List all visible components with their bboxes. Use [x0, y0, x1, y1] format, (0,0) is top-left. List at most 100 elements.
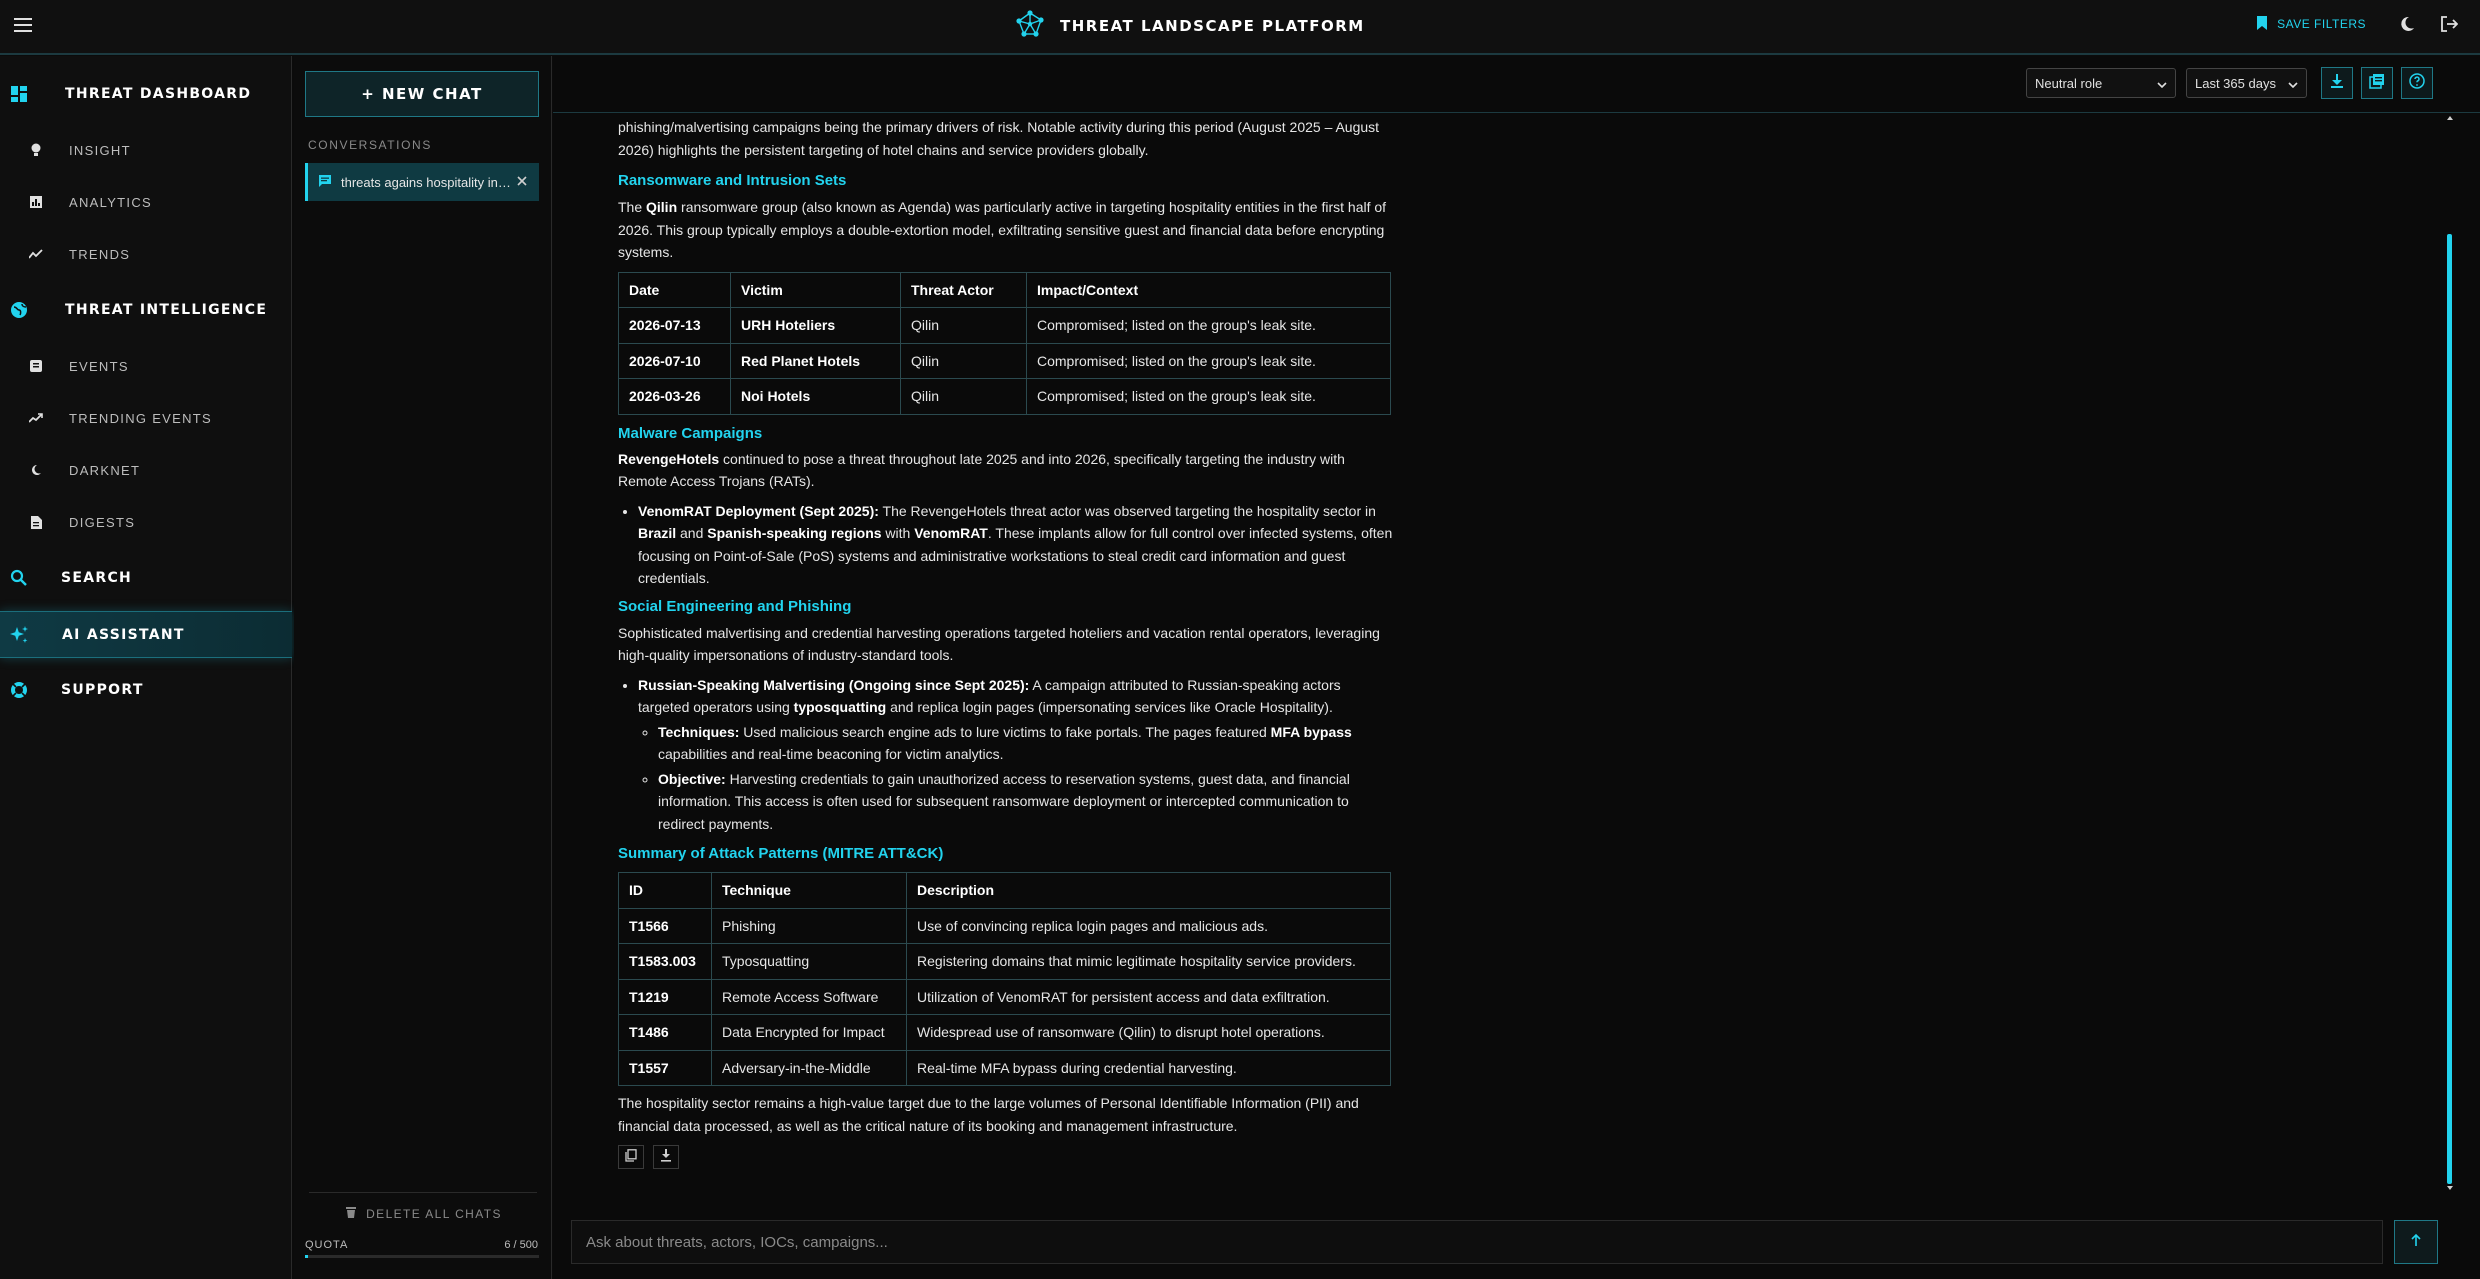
role-select[interactable]: Neutral role — [2026, 68, 2176, 98]
bar-chart-icon — [28, 194, 44, 210]
download-button[interactable] — [2321, 67, 2353, 99]
table-row: 2026-03-26 Noi Hotels Qilin Compromised;… — [618, 378, 1391, 415]
list-item: Objective: Harvesting credentials to gai… — [658, 768, 1393, 836]
cell-date: 2026-03-26 — [618, 378, 731, 415]
victims-table: Date Victim Threat Actor Impact/Context … — [618, 271, 1391, 415]
ransomware-paragraph: The Qilin ransomware group (also known a… — [618, 196, 1393, 264]
nav-trends[interactable]: TRENDS — [0, 236, 292, 272]
col-header: Date — [618, 271, 731, 308]
intro-paragraph: phishing/malvertising campaigns being th… — [618, 119, 1380, 158]
table-row: T1583.003 Typosquatting Registering domain… — [618, 943, 1391, 980]
list-item: Russian-Speaking Malvertising (Ongoing s… — [638, 674, 1393, 836]
export-icon — [2369, 73, 2385, 94]
cell-technique: Adversary-in-the-Middle — [711, 1049, 907, 1086]
moon-icon[interactable] — [2396, 13, 2418, 35]
nav-analytics[interactable]: ANALYTICS — [0, 184, 292, 220]
bold: Russian-Speaking Malvertising (Ongoing s… — [638, 676, 1030, 693]
chat-panel: + NEW CHAT CONVERSATIONS threats agains … — [294, 56, 552, 1279]
delete-all-chats-button[interactable]: DELETE ALL CHATS — [309, 1192, 537, 1222]
cell-id: T1219 — [618, 978, 712, 1015]
revengehotels-bold: RevengeHotels — [618, 450, 720, 467]
send-button[interactable] — [2394, 1220, 2438, 1264]
nav-label: ANALYTICS — [69, 194, 152, 210]
trash-icon — [344, 1205, 358, 1222]
logout-icon[interactable] — [2438, 13, 2460, 35]
cell-actor: Qilin — [900, 307, 1027, 344]
menu-icon[interactable] — [12, 14, 34, 36]
globe-icon — [8, 299, 30, 321]
close-icon[interactable] — [515, 174, 529, 188]
download-message-button[interactable] — [652, 1145, 679, 1169]
text: ransomware group (also known as Agenda) … — [618, 199, 1387, 260]
list-item: Techniques: Used malicious search engine… — [658, 721, 1393, 766]
help-button[interactable] — [2401, 67, 2433, 99]
section-heading-mitre: Summary of Attack Patterns (MITRE ATT&CK… — [618, 845, 944, 862]
section-heading-social: Social Engineering and Phishing — [618, 597, 852, 615]
nav-digests[interactable]: DIGESTS — [0, 504, 292, 540]
conversations-heading: CONVERSATIONS — [308, 138, 432, 152]
cell-impact: Compromised; listed on the group's leak … — [1026, 342, 1391, 379]
network-logo-icon — [1014, 9, 1046, 44]
list-icon — [28, 358, 44, 374]
nav-ai-assistant[interactable]: AI ASSISTANT — [0, 611, 292, 658]
chevron-down-icon — [2288, 76, 2298, 91]
new-chat-button[interactable]: + NEW CHAT — [305, 71, 539, 117]
quota-bar-fill — [305, 1255, 308, 1258]
social-list: Russian-Speaking Malvertising (Ongoing s… — [618, 674, 1393, 836]
app-title: THREAT LANDSCAPE PLATFORM — [1060, 17, 1365, 35]
copy-icon — [625, 1146, 637, 1169]
nav-events[interactable]: EVENTS — [0, 348, 292, 384]
nav-insight[interactable]: INSIGHT — [0, 132, 292, 168]
top-actions: SAVE FILTERS — [2255, 0, 2480, 48]
text: Harvesting credentials to gain unauthori… — [658, 770, 1350, 832]
scrollbar-thumb[interactable] — [2447, 234, 2452, 1184]
nav-search[interactable]: SEARCH — [0, 556, 292, 600]
bold: Brazil — [638, 525, 677, 541]
chat-input[interactable] — [572, 1222, 2382, 1262]
copy-button[interactable] — [618, 1145, 644, 1169]
nav-threat-dashboard[interactable]: THREAT DASHBOARD — [0, 72, 292, 116]
section-heading-ransomware: Ransomware and Intrusion Sets — [618, 172, 847, 189]
col-header: Description — [906, 872, 1391, 909]
qilin-bold: Qilin — [646, 199, 678, 215]
nav-threat-intelligence[interactable]: THREAT INTELLIGENCE — [0, 288, 292, 332]
nav-label: SUPPORT — [61, 682, 144, 698]
quota-label: QUOTA — [305, 1239, 349, 1251]
col-header: Technique — [711, 872, 907, 909]
cell-victim: URH Hoteliers — [730, 307, 901, 344]
search-icon — [8, 567, 30, 589]
cell-impact: Compromised; listed on the group's leak … — [1026, 307, 1391, 344]
bookmark-icon — [2255, 15, 2269, 34]
chat-composer — [571, 1220, 2383, 1264]
conversation-item[interactable]: threats agains hospitality industry — [305, 163, 539, 201]
nav-label: TRENDING EVENTS — [69, 410, 213, 426]
bold: MFA bypass — [1270, 723, 1352, 740]
bold: VenomRAT — [914, 525, 988, 541]
bold: Techniques: — [658, 723, 740, 740]
nav-label: AI ASSISTANT — [62, 626, 185, 643]
nav-label: DARKNET — [69, 462, 141, 478]
cell-id: T1557 — [618, 1049, 712, 1086]
cell-technique: Data Encrypted for Impact — [711, 1014, 907, 1051]
table-row: T1557 Adversary-in-the-Middle Real-time MF… — [618, 1049, 1391, 1086]
message-scrollbar[interactable] — [2446, 114, 2454, 1192]
col-header: Impact/Context — [1026, 271, 1391, 308]
text: and — [676, 525, 708, 541]
delete-all-label: DELETE ALL CHATS — [366, 1206, 502, 1221]
dashboard-icon — [8, 83, 30, 105]
export-button[interactable] — [2361, 67, 2393, 99]
document-icon — [28, 514, 44, 530]
table-header-row: Date Victim Threat Actor Impact/Context — [618, 271, 1391, 308]
cell-id: T1566 — [618, 907, 712, 944]
save-filters-button[interactable]: SAVE FILTERS — [2255, 15, 2366, 34]
bold: VenomRAT Deployment (Sept 2025): — [638, 502, 879, 519]
bold: Spanish-speaking regions — [707, 525, 882, 541]
nav-support[interactable]: SUPPORT — [0, 668, 292, 712]
nav-trending-events[interactable]: TRENDING EVENTS — [0, 400, 292, 436]
table-row: 2026-07-13 URH Hoteliers Qilin Compromis… — [618, 307, 1391, 344]
table-row: T1486 Data Encrypted for Impact Widespread… — [618, 1014, 1391, 1051]
period-select[interactable]: Last 365 days — [2186, 68, 2307, 98]
nav-label: DIGESTS — [69, 514, 136, 530]
nav-darknet[interactable]: DARKNET — [0, 452, 292, 488]
role-select-value: Neutral role — [2035, 75, 2103, 91]
